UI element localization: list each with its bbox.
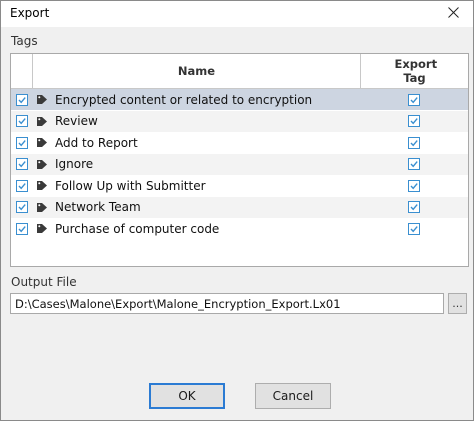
row-name: Follow Up with Submitter: [35, 175, 206, 196]
tag-icon: [35, 94, 49, 105]
checkbox-icon: [408, 115, 420, 127]
row-checkbox[interactable]: [11, 132, 32, 153]
checkbox-icon: [15, 222, 28, 235]
row-name: Network Team: [35, 197, 141, 218]
header-name[interactable]: Name: [33, 54, 361, 88]
checkbox-icon: [15, 201, 28, 213]
row-name: Encrypted content or related to encrypti…: [35, 89, 312, 110]
row-checkbox[interactable]: [11, 111, 32, 132]
grid-header: Name Export Tag: [11, 54, 468, 89]
export-tag-checkbox[interactable]: [361, 111, 467, 132]
checkbox-icon: [408, 158, 420, 170]
output-file-label: Output File: [11, 275, 77, 289]
tag-icon: [35, 159, 49, 170]
tag-icon: [35, 223, 49, 234]
close-button[interactable]: [433, 1, 473, 27]
browse-button[interactable]: ...: [448, 293, 467, 314]
tag-icon: [35, 137, 49, 148]
export-tag-checkbox[interactable]: [361, 218, 467, 239]
tags-label: Tags: [11, 34, 38, 48]
row-name: Ignore: [35, 154, 93, 175]
export-tag-checkbox[interactable]: [361, 89, 467, 110]
checkbox-icon: [408, 93, 420, 106]
table-row[interactable]: Ignore: [11, 153, 468, 175]
checkbox-icon: [408, 201, 420, 213]
table-row[interactable]: Encrypted content or related to encrypti…: [11, 89, 468, 110]
export-tag-checkbox[interactable]: [361, 132, 467, 153]
checkbox-icon: [15, 93, 28, 106]
export-tag-checkbox[interactable]: [361, 197, 467, 218]
tag-icon: [35, 180, 49, 191]
header-check-column[interactable]: [11, 54, 33, 88]
tag-name-label: Encrypted content or related to encrypti…: [55, 92, 313, 107]
cancel-button[interactable]: Cancel: [255, 383, 331, 409]
header-export-tag[interactable]: Export Tag: [361, 54, 468, 88]
row-name: Add to Report: [35, 132, 138, 153]
checkbox-icon: [15, 179, 28, 192]
row-checkbox[interactable]: [11, 197, 32, 218]
export-tag-checkbox[interactable]: [361, 175, 467, 196]
checkbox-icon: [15, 136, 28, 149]
table-row[interactable]: Network Team: [11, 196, 468, 218]
checkbox-icon: [15, 158, 28, 170]
row-checkbox[interactable]: [11, 218, 32, 239]
window-title: Export: [10, 6, 50, 20]
tag-name-label: Purchase of computer code: [55, 221, 220, 236]
tag-name-label: Network Team: [55, 200, 141, 214]
tag-name-label: Ignore: [55, 157, 94, 171]
close-icon: [447, 7, 459, 21]
row-name: Review: [35, 111, 98, 132]
table-row[interactable]: Purchase of computer code: [11, 218, 468, 239]
tag-name-label: Follow Up with Submitter: [55, 178, 206, 193]
checkbox-icon: [408, 179, 420, 192]
tag-icon: [35, 202, 49, 213]
table-row[interactable]: Review: [11, 110, 468, 132]
tag-name-label: Add to Report: [55, 135, 138, 150]
ok-button[interactable]: OK: [149, 383, 225, 409]
table-row[interactable]: Follow Up with Submitter: [11, 175, 468, 196]
row-name: Purchase of computer code: [35, 218, 219, 239]
row-checkbox[interactable]: [11, 154, 32, 175]
output-file-input[interactable]: [10, 293, 444, 314]
title-bar: Export: [1, 1, 473, 27]
tag-icon: [35, 116, 49, 127]
header-export-tag-label: Export Tag: [394, 57, 438, 85]
export-dialog: Export Tags Name Export Tag Encrypted co…: [0, 0, 474, 421]
row-checkbox[interactable]: [11, 175, 32, 196]
checkbox-icon: [15, 115, 28, 127]
row-checkbox[interactable]: [11, 89, 32, 110]
tag-name-label: Review: [55, 114, 98, 128]
checkbox-icon: [408, 136, 420, 149]
export-tag-checkbox[interactable]: [361, 154, 467, 175]
table-row[interactable]: Add to Report: [11, 132, 468, 153]
checkbox-icon: [408, 222, 420, 235]
tags-grid: Name Export Tag Encrypted content or rel…: [10, 53, 469, 267]
